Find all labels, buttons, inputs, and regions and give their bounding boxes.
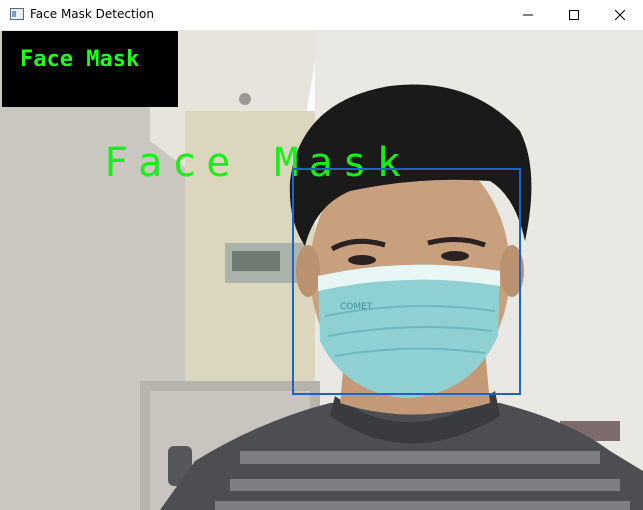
window-title: Face Mask Detection bbox=[30, 7, 154, 21]
app-icon bbox=[10, 8, 24, 20]
close-icon bbox=[615, 10, 625, 20]
window-titlebar: Face Mask Detection bbox=[0, 0, 643, 31]
minimize-icon bbox=[523, 14, 533, 16]
minimize-button[interactable] bbox=[505, 0, 551, 30]
maximize-button[interactable] bbox=[551, 0, 597, 30]
close-button[interactable] bbox=[597, 0, 643, 30]
maximize-icon bbox=[569, 10, 579, 20]
detection-status-label: Face Mask bbox=[20, 47, 140, 72]
face-bounding-box bbox=[292, 168, 521, 395]
